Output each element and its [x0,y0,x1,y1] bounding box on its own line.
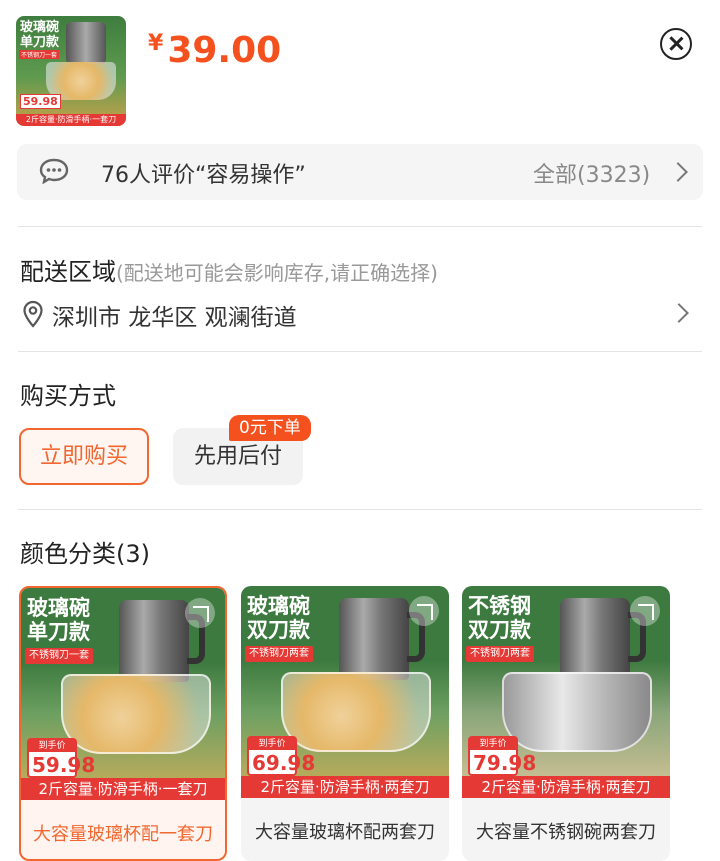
price-value: 39.00 [167,30,282,71]
color-option-2[interactable]: 玻璃碗 双刀款 不锈钢刀两套 到手价 69.98 2斤容量·防滑手柄·两套刀 大… [241,586,449,861]
purchase-method-title: 购买方式 [20,382,116,410]
divider [18,509,702,510]
thumbnail-tag-line1: 玻璃碗 [20,20,60,35]
all-reviews-link[interactable]: 全部(3323) [533,157,650,189]
blade-set-tag: 不锈钢刀两套 [466,646,534,662]
steel-bowl-graphic [502,672,652,752]
expand-icon[interactable] [185,598,215,628]
price-label: 到手价 [470,738,516,750]
product-price: ¥39.00 [148,30,281,71]
thumbnail-strip: 2斤容量·防滑手柄·一套刀 [16,114,126,126]
blender-jug-graphic [339,598,409,680]
option-price-box: 到手价 59.98 [27,738,95,778]
divider [18,226,702,227]
color-options-title: 颜色分类(3) [20,540,150,568]
option-price-box: 到手价 79.98 [468,736,536,776]
thumbnail-price: 59.98 [20,94,61,109]
expand-icon[interactable] [409,596,439,626]
currency-symbol: ¥ [148,31,164,56]
feature-strip: 2斤容量·防滑手柄·一套刀 [21,778,225,800]
chat-bubble-icon [39,158,69,184]
thumbnail-tag-line2: 单刀款 [20,35,60,50]
expand-icon[interactable] [630,596,660,626]
color-option-3[interactable]: 不锈钢 双刀款 不锈钢刀两套 到手价 79.98 2斤容量·防滑手柄·两套刀 大… [462,586,670,861]
location-pin-icon [23,300,43,328]
price-label: 到手价 [249,738,295,750]
buy-now-option[interactable]: 立即购买 [19,428,149,485]
thumbnail-tag: 玻璃碗 单刀款 [20,20,59,50]
blade-set-tag: 不锈钢刀两套 [245,646,313,662]
blender-jug-graphic [119,600,189,682]
delivery-title-text: 配送区域 [20,258,116,286]
color-option-1[interactable]: 玻璃碗 单刀款 不锈钢刀一套 到手价 59.98 2斤容量·防滑手柄·一套刀 大… [19,586,227,861]
review-summary-text: 76人评价“容易操作” [101,163,306,188]
color-option-name: 大容量不锈钢碗两套刀 [476,822,656,843]
feature-strip: 2斤容量·防滑手柄·两套刀 [462,776,670,798]
feature-strip: 2斤容量·防滑手柄·两套刀 [241,776,449,798]
blade-set-tag: 不锈钢刀一套 [25,648,93,664]
price-label: 到手价 [29,740,75,752]
option-price-box: 到手价 69.98 [247,736,315,776]
divider [18,351,702,352]
option-tag: 玻璃碗 单刀款 [27,596,90,644]
color-option-name: 大容量玻璃杯配两套刀 [255,822,435,843]
option-price: 79.98 [473,751,537,775]
zero-down-badge: 0元下单 [229,415,311,441]
delivery-hint: (配送地可能会影响库存,请正确选择) [116,261,438,285]
chevron-right-icon[interactable] [669,303,689,323]
color-option-name: 大容量玻璃杯配一套刀 [33,824,213,845]
delivery-address[interactable]: 深圳市 龙华区 观澜街道 [52,298,297,332]
thumbnail-red-tag: 不锈钢刀一套 [19,50,60,59]
product-thumbnail[interactable]: 玻璃碗 单刀款 不锈钢刀一套 59.98 2斤容量·防滑手柄·一套刀 [16,16,126,126]
option-price: 69.98 [252,751,316,775]
option-tag: 玻璃碗 双刀款 [247,594,310,642]
glass-bowl-graphic [281,672,431,752]
option-price: 59.98 [32,753,96,777]
blender-jug-graphic [66,22,106,64]
blender-jug-graphic [560,598,630,680]
glass-bowl-graphic [61,674,211,754]
chevron-right-icon [668,162,688,182]
option-tag: 不锈钢 双刀款 [468,594,531,642]
review-summary-bar[interactable]: 76人评价“容易操作” 全部(3323) [17,144,703,200]
delivery-section-title: 配送区域(配送地可能会影响库存,请正确选择) [20,252,438,287]
close-icon[interactable] [660,28,692,60]
